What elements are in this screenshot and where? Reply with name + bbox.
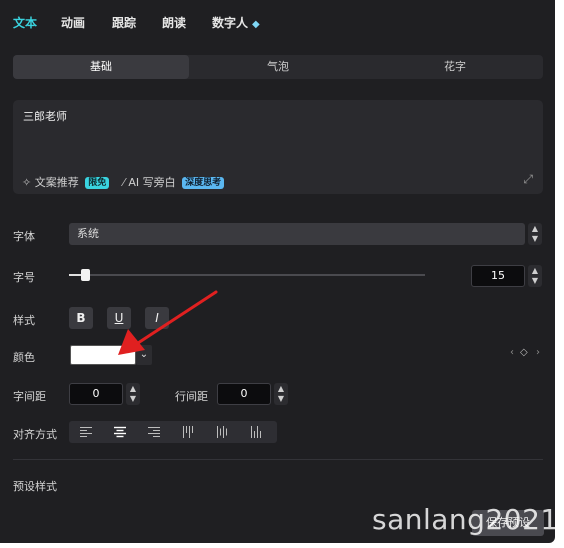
annotation-arrow [118,290,218,355]
watermark-text: sanlang2021 [372,503,559,536]
